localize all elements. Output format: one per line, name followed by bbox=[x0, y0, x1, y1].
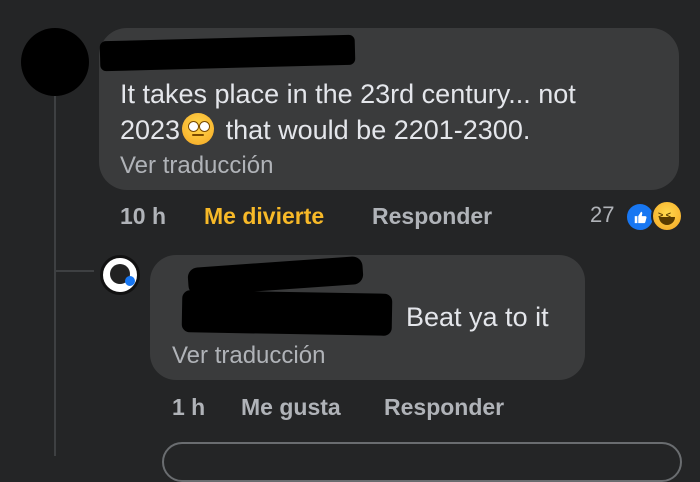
reaction-count[interactable]: 27 bbox=[590, 202, 614, 228]
reply-text: Beat ya to it bbox=[406, 302, 549, 332]
see-translation-link[interactable]: Ver traducción bbox=[120, 152, 273, 180]
comment-text-line-2: 2023 that would be 2201-2300. bbox=[120, 113, 531, 145]
reaction-button[interactable]: Me divierte bbox=[204, 203, 324, 230]
avatar[interactable] bbox=[21, 28, 89, 96]
reply-button[interactable]: Responder bbox=[372, 203, 492, 230]
comment-text: It takes place in the 23rd century... no… bbox=[120, 76, 660, 148]
reply-avatar[interactable] bbox=[100, 255, 140, 295]
reply-actions: 1 h Me gusta Responder bbox=[0, 394, 700, 424]
redacted-mention bbox=[181, 290, 393, 336]
reply-connector-line bbox=[54, 270, 94, 272]
see-translation-link[interactable]: Ver traducción bbox=[172, 342, 325, 370]
next-comment-box bbox=[162, 442, 682, 482]
reply-timestamp[interactable]: 1 h bbox=[172, 394, 205, 421]
rolling-eyes-emoji-icon bbox=[182, 113, 215, 145]
comment-timestamp[interactable]: 10 h bbox=[120, 203, 166, 230]
comment-text-line-1: It takes place in the 23rd century... no… bbox=[120, 79, 576, 109]
haha-reaction-icon: > < bbox=[651, 200, 683, 232]
reply-button[interactable]: Responder bbox=[384, 394, 504, 421]
like-button[interactable]: Me gusta bbox=[241, 394, 341, 421]
